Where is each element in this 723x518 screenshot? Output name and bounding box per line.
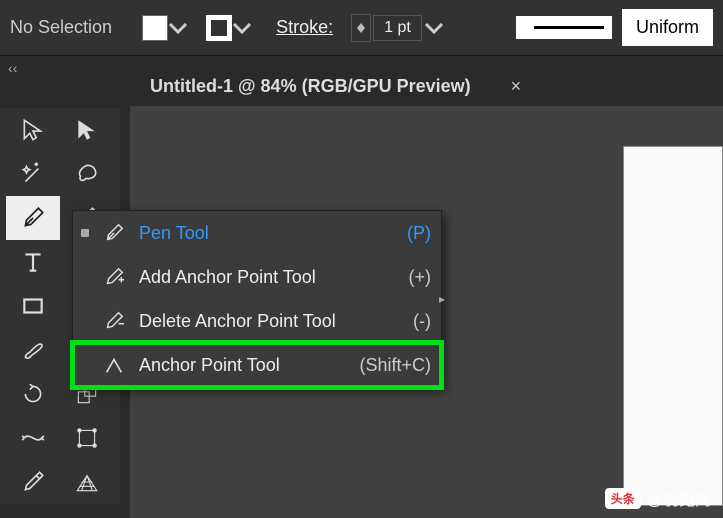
rotate-tool[interactable] <box>6 372 60 416</box>
stroke-swatch-box <box>206 15 232 41</box>
flyout-label: Delete Anchor Point Tool <box>139 311 401 332</box>
rectangle-tool[interactable] <box>6 284 60 328</box>
selected-dot-icon <box>81 229 89 237</box>
chevron-down-icon[interactable] <box>168 14 188 42</box>
direct-selection-tool[interactable] <box>60 108 114 152</box>
magic-wand-tool[interactable] <box>6 152 60 196</box>
flyout-item-delete-anchor[interactable]: Delete Anchor Point Tool (-) <box>73 299 441 343</box>
stroke-color-picker[interactable] <box>206 14 252 42</box>
width-tool[interactable] <box>6 416 60 460</box>
flyout-shortcut: (+) <box>409 267 432 288</box>
watermark-badge: 头条 <box>605 488 641 509</box>
stroke-profile-preview[interactable] <box>516 16 612 39</box>
close-tab-icon[interactable]: × <box>511 76 522 97</box>
selection-tool[interactable] <box>6 108 60 152</box>
flyout-shortcut: (-) <box>413 311 431 332</box>
flyout-shortcut: (Shift+C) <box>359 355 431 376</box>
stroke-profile-label[interactable]: Uniform <box>622 9 713 46</box>
stroke-width-value[interactable]: 1 pt <box>373 15 422 41</box>
pen-tool[interactable] <box>6 196 60 240</box>
watermark: 头条 @羽兔网 <box>605 486 711 510</box>
flyout-item-anchor-convert[interactable]: Anchor Point Tool (Shift+C) <box>73 343 441 387</box>
pen-minus-icon <box>101 310 127 332</box>
flyout-item-pen[interactable]: Pen Tool (P) <box>73 211 441 255</box>
artboard[interactable] <box>623 146 723 506</box>
chevron-down-icon[interactable] <box>424 14 444 42</box>
flyout-shortcut: (P) <box>407 223 431 244</box>
flyout-label: Add Anchor Point Tool <box>139 267 397 288</box>
fill-swatch-box <box>142 15 168 41</box>
anchor-convert-icon <box>101 354 127 376</box>
paintbrush-tool[interactable] <box>6 328 60 372</box>
pen-tool-flyout: Pen Tool (P) Add Anchor Point Tool (+) D… <box>72 210 442 388</box>
selection-status: No Selection <box>10 17 112 38</box>
pen-icon <box>101 222 127 244</box>
flyout-item-add-anchor[interactable]: Add Anchor Point Tool (+) <box>73 255 441 299</box>
fill-color-picker[interactable] <box>142 14 188 42</box>
lasso-tool[interactable] <box>60 152 114 196</box>
watermark-text: @羽兔网 <box>647 486 711 510</box>
document-tab[interactable]: Untitled-1 @ 84% (RGB/GPU Preview) <box>130 66 491 107</box>
free-transform-tool[interactable] <box>60 416 114 460</box>
flyout-label: Anchor Point Tool <box>139 355 347 376</box>
stroke-label[interactable]: Stroke: <box>276 17 333 38</box>
stroke-width-spinner[interactable] <box>351 14 371 42</box>
eyedropper-tool[interactable] <box>6 460 60 504</box>
chevron-down-icon[interactable] <box>232 14 252 42</box>
collapse-panel-icon[interactable]: ‹‹ <box>4 56 21 80</box>
pen-plus-icon <box>101 266 127 288</box>
flyout-label: Pen Tool <box>139 223 395 244</box>
perspective-grid-tool[interactable] <box>60 460 114 504</box>
type-tool[interactable] <box>6 240 60 284</box>
flyout-tearoff-icon[interactable]: ▸ <box>439 292 445 306</box>
